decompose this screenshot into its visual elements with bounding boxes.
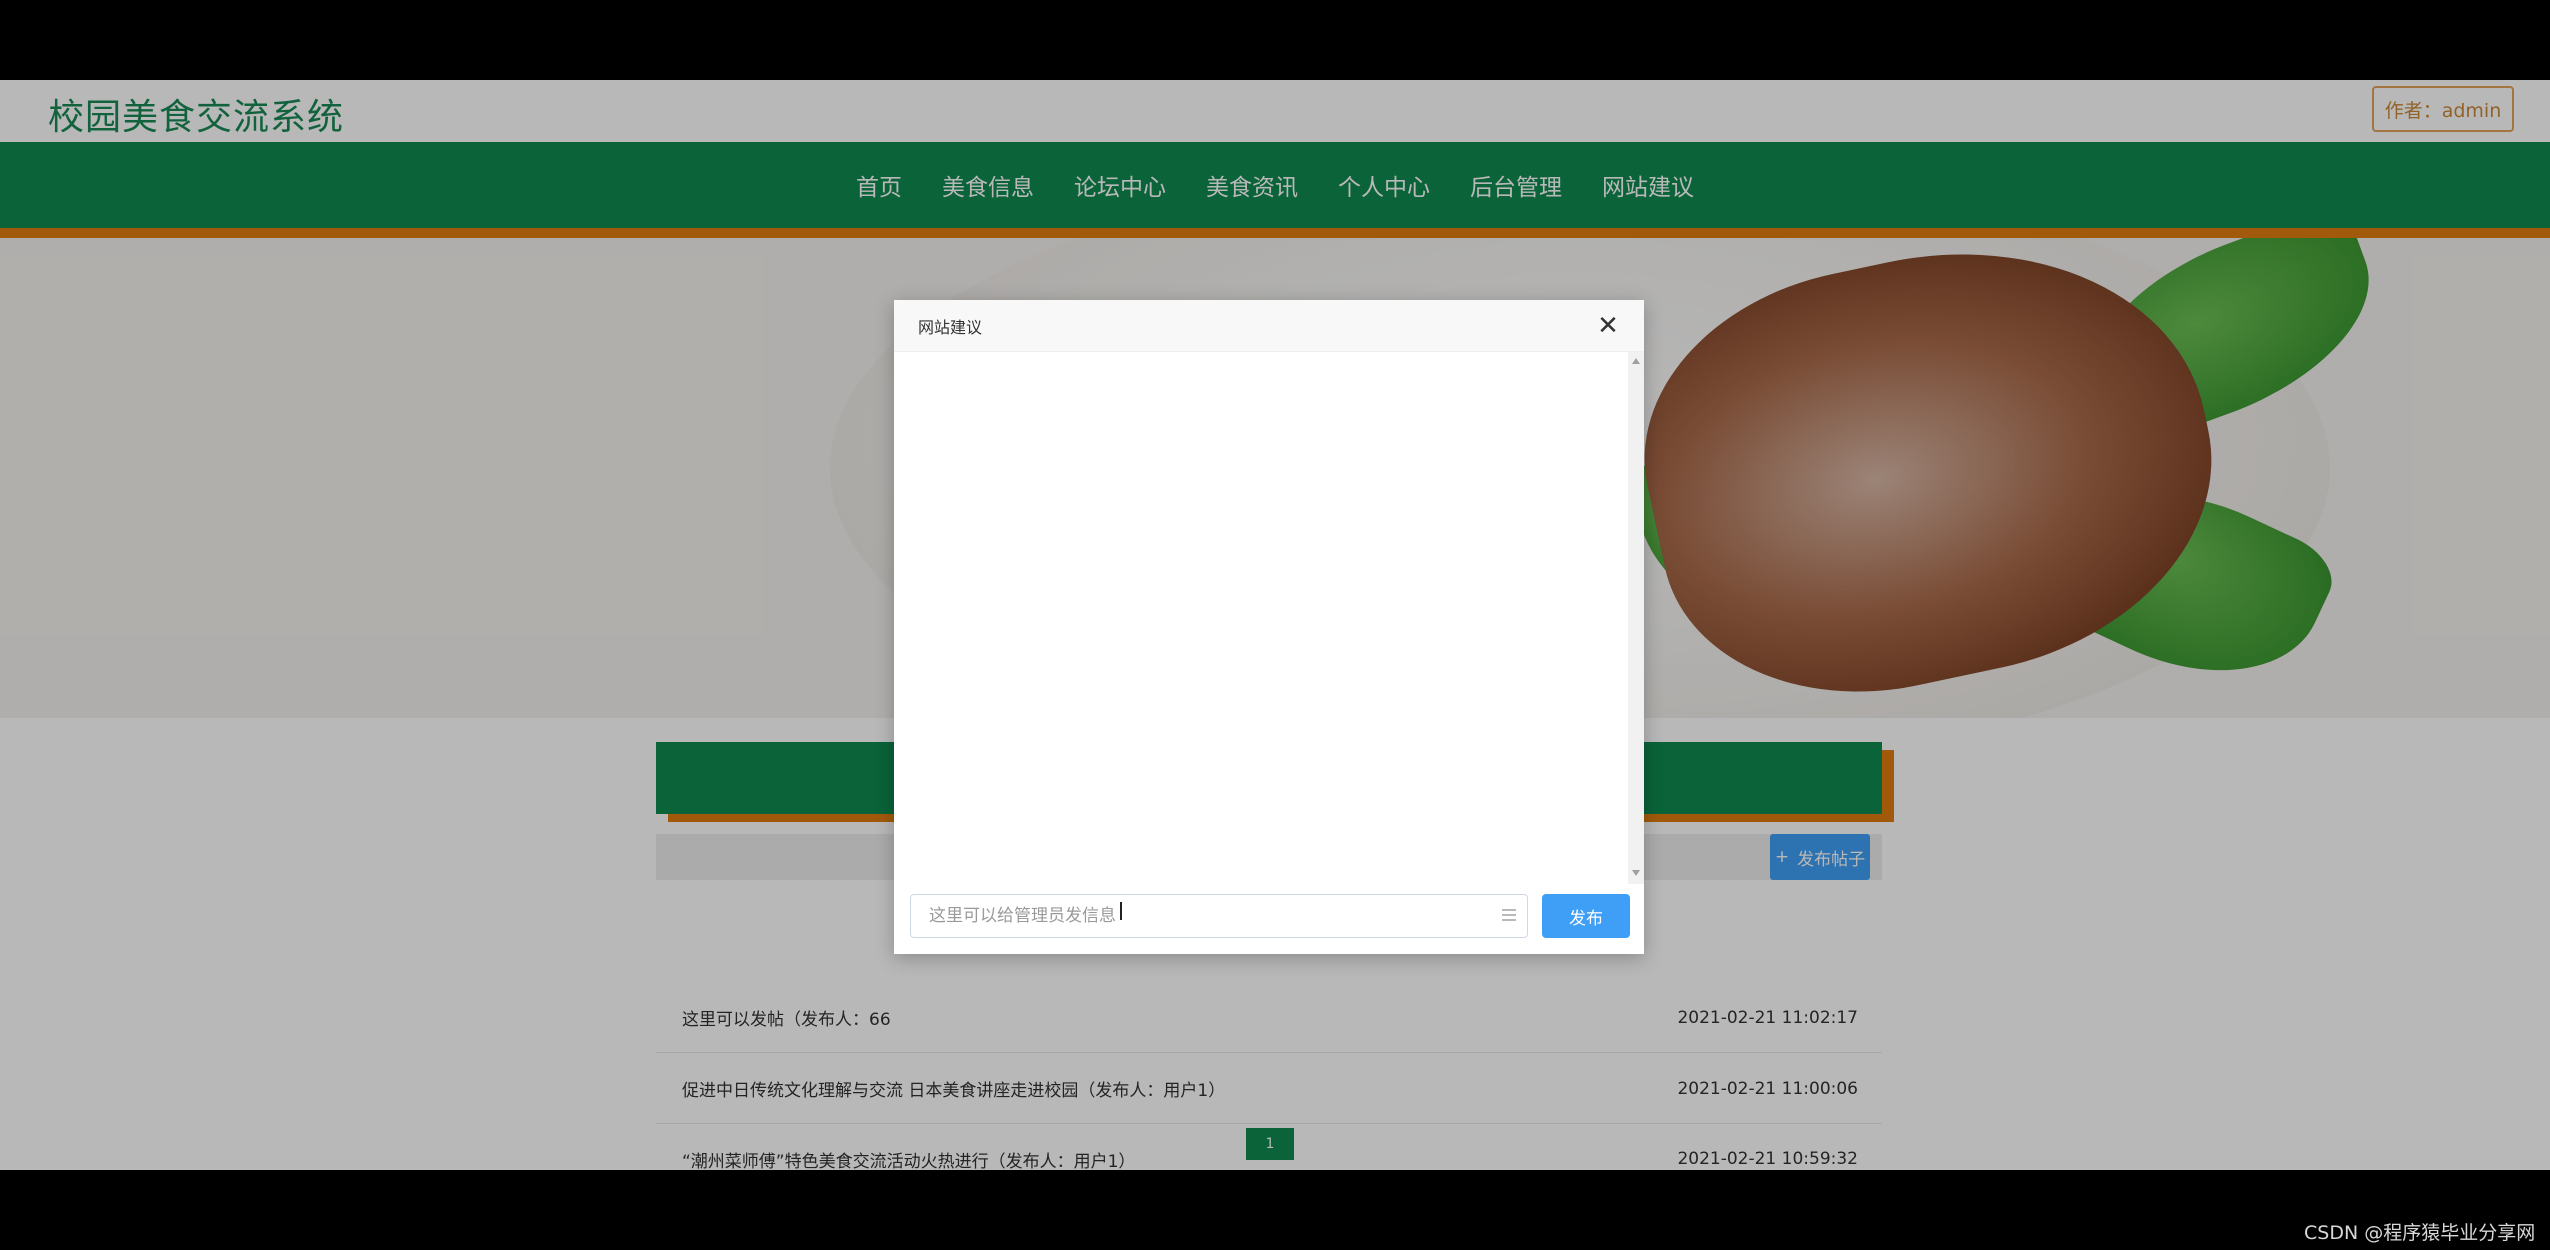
- dialog-scrollbar[interactable]: [1628, 352, 1644, 884]
- watermark: CSDN @程序猿毕业分享网: [2304, 1222, 2536, 1244]
- scroll-down-arrow-icon[interactable]: [1632, 870, 1640, 876]
- suggestion-dialog: 网站建议 ✕ 发布: [894, 300, 1644, 954]
- send-button[interactable]: 发布: [1542, 894, 1630, 938]
- browser-viewport: 校园美食交流系统 作者：admin 首页 美食信息 论坛中心 美食资讯 个人中心…: [0, 80, 2550, 1170]
- dialog-header: 网站建议 ✕: [894, 300, 1644, 352]
- text-cursor-icon: [1120, 902, 1122, 920]
- message-input[interactable]: [910, 894, 1528, 938]
- dialog-title: 网站建议: [918, 318, 983, 337]
- message-history: [894, 352, 1636, 884]
- scroll-up-arrow-icon[interactable]: [1632, 358, 1640, 364]
- list-icon[interactable]: [1500, 906, 1518, 924]
- close-icon[interactable]: ✕: [1594, 311, 1622, 341]
